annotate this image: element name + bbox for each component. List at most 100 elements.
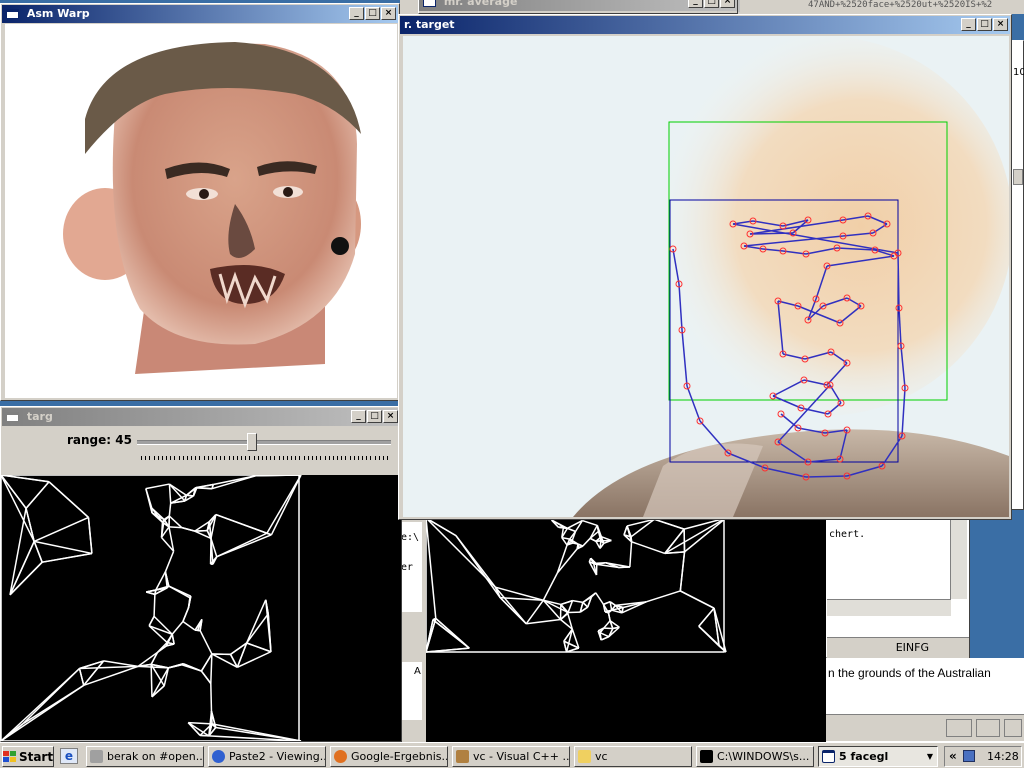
status-panel: [946, 719, 972, 737]
task-berak[interactable]: berak on #open...: [86, 746, 204, 767]
slider-tick: [145, 456, 147, 460]
slider-tick: [328, 456, 330, 460]
mesh-edge: [631, 541, 666, 555]
mesh-edge: [698, 607, 715, 627]
mesh-edge: [455, 535, 501, 599]
slider-thumb[interactable]: [247, 433, 257, 451]
mesh-edge: [168, 585, 192, 597]
task-cmd[interactable]: C:\WINDOWS\s...: [696, 746, 814, 767]
window-group-icon: [822, 750, 835, 763]
vertical-scrollbar[interactable]: [950, 519, 967, 599]
mesh-edge: [595, 540, 601, 549]
slider-tick: [220, 456, 222, 460]
mesh-edge: [623, 525, 628, 536]
misc-box: A: [400, 662, 422, 720]
mesh-edge: [182, 620, 196, 631]
scroll-arrow-icon[interactable]: [1013, 169, 1023, 185]
mesh-edge: [182, 663, 202, 672]
mesh-edge: [607, 612, 611, 621]
task-vc-folder[interactable]: vc: [574, 746, 692, 767]
task-paste2[interactable]: Paste2 - Viewing...: [208, 746, 326, 767]
close-button[interactable]: ×: [993, 18, 1008, 31]
slider-tick: [362, 456, 363, 460]
window-icon: [423, 0, 436, 7]
targ-titlebar[interactable]: targ _ □ ×: [2, 408, 400, 426]
close-button[interactable]: ×: [383, 410, 398, 423]
slider-tick: [345, 456, 347, 460]
bg-console-strip: e:\ er A: [400, 518, 426, 742]
task-google[interactable]: Google-Ergebnis...: [330, 746, 448, 767]
mesh-edge: [33, 516, 89, 543]
start-button[interactable]: Start: [2, 746, 54, 767]
slider-tick: [191, 456, 192, 460]
slider-tick: [374, 456, 376, 460]
mesh-edge: [246, 642, 272, 653]
close-button[interactable]: ×: [381, 7, 396, 20]
clock[interactable]: 14:28: [987, 750, 1019, 763]
asm-warp-window: Asm Warp _ □ ×: [0, 3, 400, 401]
network-icon[interactable]: [963, 750, 975, 762]
mesh-edge: [200, 653, 213, 672]
task-facegl[interactable]: 5 facegl ▼: [818, 746, 938, 767]
horizontal-scrollbar[interactable]: [827, 599, 951, 616]
maximize-button[interactable]: □: [704, 0, 719, 8]
slider-tick: [224, 456, 226, 460]
mesh-edge: [168, 484, 172, 504]
mesh-edge: [582, 519, 598, 527]
mesh-edge: [182, 607, 190, 622]
warped-face-image: [63, 42, 361, 374]
quicklaunch-ie-icon[interactable]: e: [60, 748, 78, 764]
mr-target-titlebar[interactable]: r. target _ □ ×: [400, 16, 1010, 34]
slider-ticks: [141, 456, 388, 460]
maximize-button[interactable]: □: [365, 7, 380, 20]
mesh-edge: [171, 634, 175, 645]
landmark-edge: [897, 252, 900, 309]
slider-tick: [170, 456, 172, 460]
slider-tick: [249, 456, 251, 460]
minimize-button[interactable]: _: [349, 7, 364, 20]
maximize-button[interactable]: □: [977, 18, 992, 31]
mesh-edge: [1, 475, 50, 483]
bg-browser-area: n the grounds of the Australian: [826, 658, 1024, 742]
insert-mode-indicator: EINFG: [895, 641, 929, 654]
status-bar: EINFG: [827, 637, 969, 658]
mesh-edge: [87, 517, 93, 554]
firefox-icon: [334, 750, 347, 763]
mesh-edge: [168, 515, 183, 529]
mesh-edge: [151, 507, 164, 523]
close-button[interactable]: ×: [720, 0, 735, 8]
range-slider[interactable]: [137, 433, 391, 463]
window-icon: [6, 9, 19, 19]
mesh-edge: [664, 518, 727, 555]
mr-target-window: r. target _ □ ×: [398, 14, 1012, 520]
slider-tick: [370, 456, 372, 460]
mesh-edge: [664, 528, 685, 554]
minimize-button[interactable]: _: [688, 0, 703, 8]
mesh-edge: [630, 536, 633, 542]
tray-expand-icon[interactable]: «: [949, 749, 957, 763]
mesh-edge: [25, 508, 35, 542]
window-icon: [6, 412, 19, 422]
slider-tick: [316, 456, 318, 460]
connection-icon: [976, 719, 1000, 737]
minimize-button[interactable]: _: [961, 18, 976, 31]
window-title: targ: [26, 410, 53, 423]
editor-text-fragment: chert.: [829, 529, 866, 540]
console-fragment-2: er: [401, 562, 414, 573]
mesh-edge: [526, 618, 561, 625]
mesh-edge: [600, 635, 610, 641]
slider-tick: [195, 456, 197, 460]
mesh-edge: [679, 590, 715, 609]
task-visual-cpp[interactable]: vc - Visual C++ ...: [452, 746, 570, 767]
mesh-edge: [578, 545, 584, 549]
mr-average-window: mr. average _ □ ×: [418, 0, 738, 14]
asm-warp-titlebar[interactable]: Asm Warp _ □ ×: [2, 5, 398, 23]
minimize-button[interactable]: _: [351, 410, 366, 423]
mesh-edge: [168, 526, 182, 529]
mesh-edge: [48, 481, 89, 518]
mesh-edge: [181, 526, 195, 532]
slider-tick: [257, 456, 259, 460]
maximize-button[interactable]: □: [367, 410, 382, 423]
mesh-edge: [556, 544, 568, 574]
url-fragment: 47AND+%2520face+%2520ut+%2520IS+%2: [808, 0, 1024, 12]
